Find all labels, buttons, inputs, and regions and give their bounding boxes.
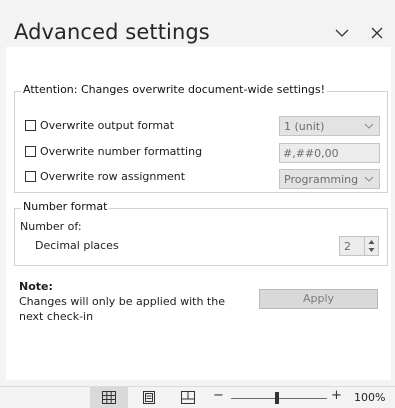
advanced-settings-panel: Advanced settings Attention: Changes ove… [0,0,391,380]
grid-view-icon [102,391,116,404]
number-of-label: Number of: [20,220,82,233]
number-formatting-input[interactable]: #,##0,00 [279,143,380,163]
overwrite-number-formatting-checkbox[interactable] [25,146,36,157]
output-format-value: 1 (unit) [284,120,325,133]
decimal-places-stepper[interactable]: 2 [339,236,379,256]
apply-button[interactable]: Apply [259,289,378,309]
zoom-slider-track[interactable] [231,398,327,399]
overwrite-output-format-label[interactable]: Overwrite output format [40,119,174,132]
page-view-button[interactable] [130,387,168,408]
grid-view-button[interactable] [90,387,128,408]
reading-view-button[interactable] [169,387,207,408]
overwrite-number-formatting-label[interactable]: Overwrite number formatting [40,145,202,158]
note-title: Note: [19,280,53,293]
overwrite-output-format-checkbox[interactable] [25,120,36,131]
number-format-legend: Number format [21,200,110,213]
overwrite-row-assignment-checkbox[interactable] [25,171,36,182]
close-icon[interactable] [368,24,386,42]
reading-view-icon [181,391,195,404]
status-bar: − + 100% [0,386,395,408]
note-text: Changes will only be applied with the ne… [19,295,225,323]
chevron-down-icon [364,176,374,182]
overwrite-row-assignment-label[interactable]: Overwrite row assignment [40,170,185,183]
page-view-icon [143,391,155,404]
chevron-down-icon [364,123,374,129]
output-format-select[interactable]: 1 (unit) [279,116,380,136]
panel-title: Advanced settings [14,20,210,44]
zoom-level[interactable]: 100% [354,391,385,404]
row-assignment-value: Programming [284,173,359,186]
number-format-group: Number format Number of: Decimal places … [14,200,388,266]
zoom-slider-thumb[interactable] [275,392,279,404]
zoom-in-button[interactable]: + [331,388,342,403]
overwrite-settings-group: Attention: Changes overwrite document-wi… [14,83,388,193]
zoom-out-button[interactable]: − [213,388,224,403]
chevron-down-icon[interactable] [333,24,351,42]
overwrite-group-legend: Attention: Changes overwrite document-wi… [21,83,328,96]
number-formatting-value: #,##0,00 [283,147,339,160]
decimal-places-value: 2 [344,240,351,253]
decimal-places-label: Decimal places [35,239,119,252]
settings-content: Attention: Changes overwrite document-wi… [6,47,391,380]
stepper-arrows-icon[interactable] [364,237,378,255]
row-assignment-select[interactable]: Programming [279,169,380,189]
